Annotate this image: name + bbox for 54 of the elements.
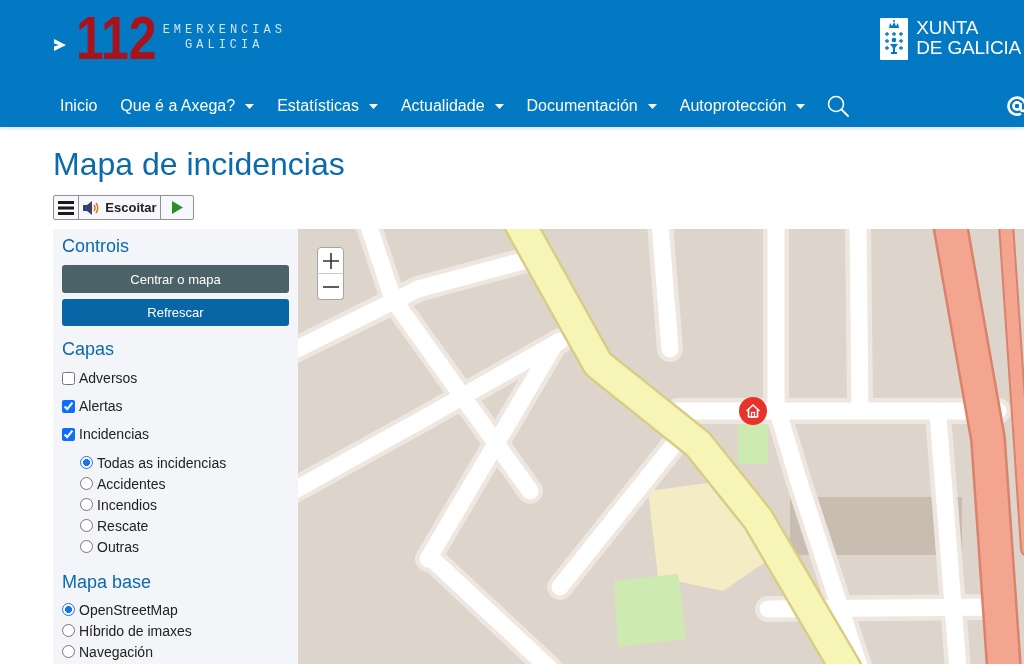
radio-label: Rescate [97, 516, 149, 535]
logo-number: 112 [76, 9, 157, 68]
house-marker-icon[interactable] [739, 397, 767, 425]
nav-link[interactable]: Autoprotección [679, 96, 806, 116]
radio-label: Navegación [79, 642, 153, 661]
radio-button[interactable] [62, 624, 75, 637]
nav-link[interactable]: Inicio [60, 96, 98, 116]
logo-text: XUNTA [916, 18, 980, 38]
nav-link[interactable]: Actualidade [400, 96, 504, 116]
nav-link[interactable]: Estatísticas [277, 96, 378, 116]
checkbox-label: Alertas [79, 397, 123, 415]
radio-button[interactable] [80, 477, 93, 490]
chevron-icon [52, 37, 68, 53]
radio-label: Accidentes [97, 474, 166, 493]
zoom-out-button[interactable] [317, 273, 344, 300]
checkbox-label: Incidencias [79, 425, 150, 443]
radio-label: Outras [97, 537, 139, 556]
checkbox[interactable] [62, 399, 75, 413]
at-sign-icon[interactable] [1006, 95, 1024, 117]
action-button[interactable]: Centrar o mapa [62, 265, 289, 293]
section-heading: Capas [62, 338, 116, 360]
section-heading: Controis [62, 235, 131, 257]
nav-link[interactable]: Documentación [526, 96, 657, 116]
play-icon [171, 201, 183, 214]
radio-button[interactable] [62, 645, 75, 658]
logo-tagline: EMERXENCIAS [162, 23, 286, 38]
checkbox-label: Adversos [79, 369, 138, 387]
section-heading: Mapa base [62, 571, 153, 593]
emblem-icon [880, 18, 909, 60]
search-icon[interactable] [827, 95, 850, 117]
radio-label: OpenStreetMap [79, 600, 178, 619]
radio-button[interactable] [80, 519, 93, 532]
radio-label: Híbrido de imaxes [79, 621, 192, 640]
page-title: Mapa de incidencias [53, 145, 346, 183]
radio-button[interactable] [80, 498, 93, 511]
logo-tagline: GALICIA [185, 38, 264, 53]
minus-icon [322, 285, 339, 288]
zoom-in-button[interactable] [317, 247, 344, 274]
radio-button[interactable] [80, 540, 93, 553]
radio-label: Incendios [97, 495, 157, 514]
radio-label: Todas as incidencias [97, 453, 227, 472]
listen-button[interactable]: Escoitar [78, 195, 161, 220]
logo-text: DE GALICIA [916, 38, 1021, 58]
radio-button[interactable] [62, 603, 75, 616]
play-button[interactable] [160, 195, 194, 220]
action-button[interactable]: Refrescar [62, 299, 289, 326]
speaker-icon [82, 199, 101, 216]
checkbox[interactable] [62, 427, 75, 441]
nav-link[interactable]: Que é a Axega? [120, 96, 255, 116]
menu-button[interactable] [53, 195, 79, 220]
plus-icon [322, 252, 339, 269]
radio-button[interactable] [80, 456, 93, 469]
menu-icon [58, 200, 74, 215]
checkbox[interactable] [62, 371, 75, 385]
